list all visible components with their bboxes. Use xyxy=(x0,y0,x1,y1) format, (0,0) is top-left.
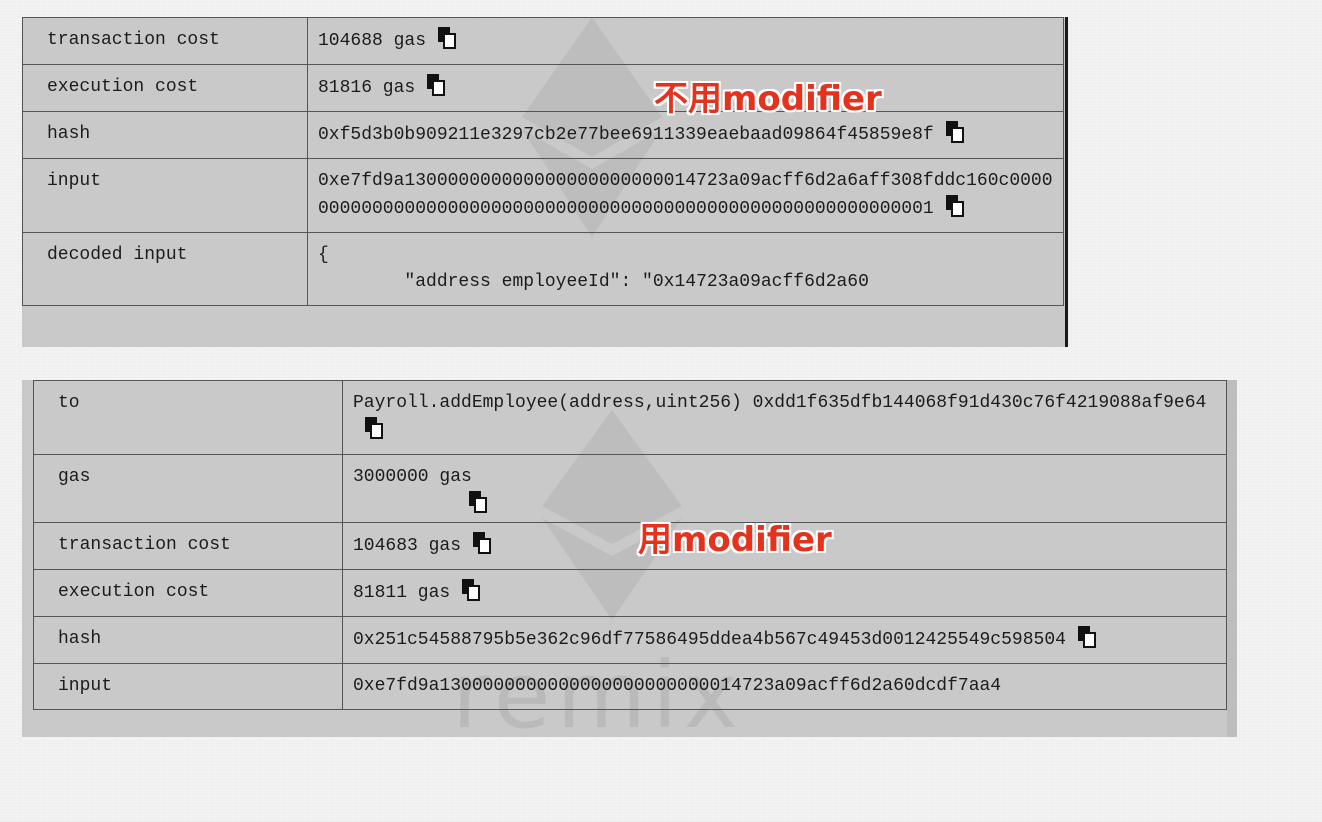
row-key: decoded input xyxy=(22,232,308,306)
copy-icon[interactable] xyxy=(945,195,964,217)
row-value: 0xe7fd9a130000000000000000000000014723a0… xyxy=(307,158,1064,233)
row-key: transaction cost xyxy=(33,522,343,570)
row-value: 81811 gas xyxy=(342,569,1227,617)
row-key: hash xyxy=(22,111,308,159)
table-row: hash 0x251c54588795b5e362c96df77586495dd… xyxy=(33,616,1227,664)
row-value: Payroll.addEmployee(address,uint256) 0xd… xyxy=(342,380,1227,455)
row-value: 0xe7fd9a1300000000000000000000000014723a… xyxy=(342,663,1227,710)
transaction-table: transaction cost 104688 gas execution co… xyxy=(22,17,1064,306)
annotation-without-modifier: 不用modifier xyxy=(654,79,882,119)
copy-icon[interactable] xyxy=(365,417,383,439)
table-row: gas 3000000 gas xyxy=(33,454,1227,523)
table-row: decoded input { "address employeeId": "0… xyxy=(22,232,1064,306)
row-value: 104688 gas xyxy=(307,17,1064,65)
row-value: { "address employeeId": "0x14723a09acff6… xyxy=(307,232,1064,306)
transaction-details-panel-without-modifier: transaction cost 104688 gas execution co… xyxy=(22,17,1068,347)
row-key: to xyxy=(33,380,343,455)
copy-icon[interactable] xyxy=(462,579,481,601)
table-row: transaction cost 104688 gas xyxy=(22,17,1064,65)
table-row: to Payroll.addEmployee(address,uint256) … xyxy=(33,380,1227,455)
table-row: input 0xe7fd9a13000000000000000000000001… xyxy=(22,158,1064,233)
row-value: 0x251c54588795b5e362c96df77586495ddea4b5… xyxy=(342,616,1227,664)
table-row: transaction cost 104683 gas xyxy=(33,522,1227,570)
row-key: input xyxy=(33,663,343,710)
panel-edge xyxy=(1227,380,1237,737)
row-key: input xyxy=(22,158,308,233)
row-key: transaction cost xyxy=(22,17,308,65)
transaction-table: to Payroll.addEmployee(address,uint256) … xyxy=(33,380,1227,710)
copy-icon[interactable] xyxy=(473,532,492,554)
annotation-with-modifier: 用modifier xyxy=(638,520,832,560)
copy-icon[interactable] xyxy=(427,74,446,96)
transaction-details-panel-with-modifier: remix to Payroll.addEmployee(address,uin… xyxy=(22,380,1237,737)
table-row: execution cost 81816 gas xyxy=(22,64,1064,112)
row-key: execution cost xyxy=(33,569,343,617)
copy-icon[interactable] xyxy=(438,27,457,49)
table-row: hash 0xf5d3b0b909211e3297cb2e77bee691133… xyxy=(22,111,1064,159)
row-key: execution cost xyxy=(22,64,308,112)
copy-icon[interactable] xyxy=(1077,626,1096,648)
panel-edge xyxy=(1065,17,1068,347)
table-row: input 0xe7fd9a13000000000000000000000000… xyxy=(33,663,1227,710)
row-key: gas xyxy=(33,454,343,523)
copy-icon[interactable] xyxy=(469,491,487,513)
copy-icon[interactable] xyxy=(945,121,964,143)
table-row: execution cost 81811 gas xyxy=(33,569,1227,617)
row-key: hash xyxy=(33,616,343,664)
